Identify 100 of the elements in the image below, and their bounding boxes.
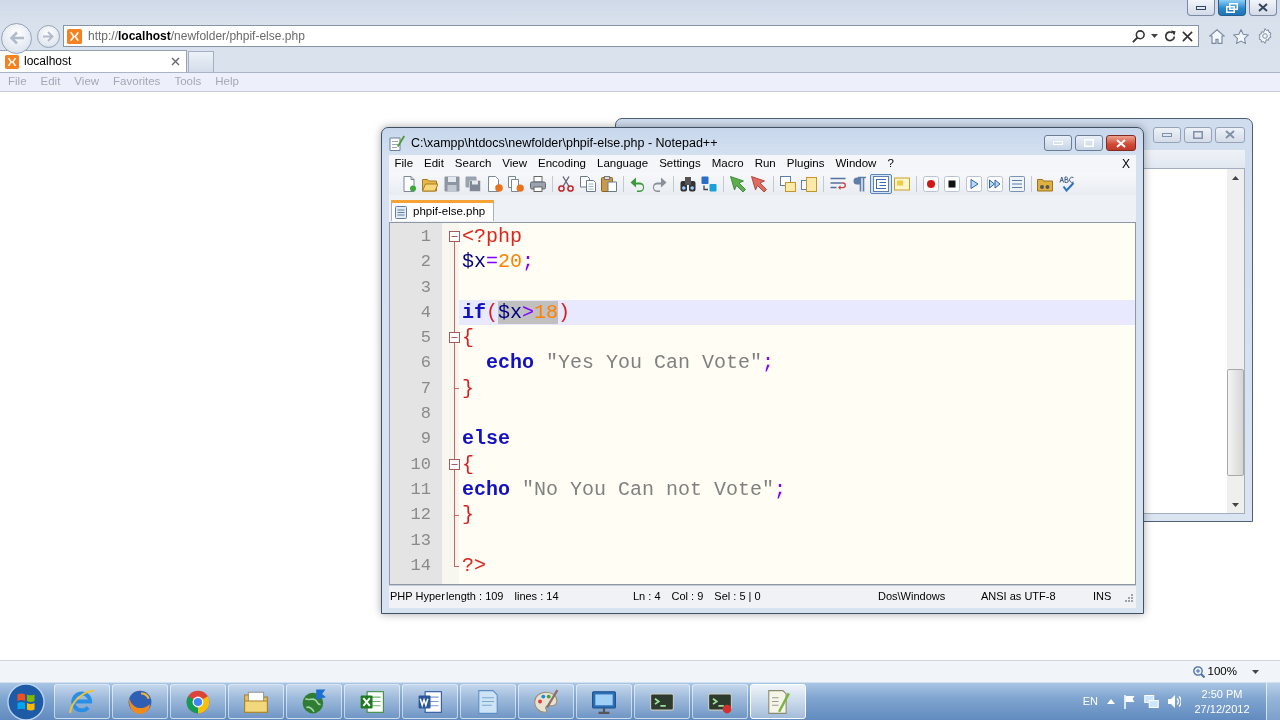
printer-button[interactable] [527,174,549,194]
show-desktop-button[interactable] [1266,683,1280,720]
string-literal: "No You Can not Vote" [521,477,775,501]
undo-icon [629,176,646,192]
taskbar-button[interactable] [692,684,748,719]
taskbar-button[interactable] [286,684,342,719]
close-button[interactable] [1106,135,1136,151]
menu-item[interactable]: Run [749,157,782,171]
printer-icon [529,176,546,192]
operator: ; [522,250,535,274]
taskbar-button[interactable] [576,684,632,719]
speaker-icon[interactable] [1168,695,1181,708]
variable: $x [498,300,523,324]
status-text: Dos\Windows [878,590,946,604]
maximize-button[interactable] [1075,135,1103,151]
bracket: { [462,326,474,350]
vertical-sync-button[interactable] [777,174,799,194]
menu-item[interactable]: Plugins [781,157,830,171]
line-number: 5 [419,327,432,350]
status-text: length : 109 [446,590,504,604]
caret-icon[interactable] [1252,669,1259,674]
copy-button[interactable] [577,174,599,194]
flag-icon[interactable] [1124,694,1135,709]
keyword: if [462,300,486,324]
status-text: Ln : 4 [633,590,661,604]
fold-toggle-icon[interactable] [449,231,460,242]
play-button[interactable] [963,174,985,194]
fold-toggle-icon[interactable] [449,458,460,470]
macro-list-icon [1008,176,1025,192]
operator: ; [762,351,775,375]
address-field[interactable]: http://localhost/newfolder/phpif-else.php [63,25,1199,47]
close-document-button[interactable]: X [1116,156,1136,172]
letter-e-icon [69,688,95,715]
php-tag: <?php [462,225,522,248]
segmented-circle-icon [185,688,211,715]
menu-item[interactable]: Encoding [532,157,592,171]
close-button[interactable] [1249,0,1277,16]
menu-item[interactable]: View [496,157,533,171]
zoom-icon[interactable] [1192,665,1205,678]
taskbar-button[interactable] [634,684,690,719]
notepad-icon [475,688,501,715]
close-icon[interactable] [1182,30,1193,42]
home-icon[interactable] [1209,28,1225,44]
notebook-pen-icon [765,688,791,715]
indent-guide-button[interactable] [870,174,892,194]
pages-close-button[interactable] [505,174,527,194]
restore-button[interactable] [1218,0,1246,16]
zoom-out-button[interactable] [748,174,770,194]
menu-item[interactable]: Edit [418,157,450,171]
horizontal-sync-button[interactable] [798,174,820,194]
record-icon [922,176,939,192]
menu-item[interactable]: Window [830,157,882,171]
refresh-icon[interactable] [1164,30,1176,42]
stop-button[interactable] [941,174,963,194]
status-text: Sel : 5 | 0 [714,590,761,604]
menu-item[interactable]: File [389,157,419,171]
network-icon[interactable] [1144,695,1159,708]
scroll-thumb[interactable] [1227,369,1244,476]
fast-forward-button[interactable] [984,174,1006,194]
taskbar-button[interactable] [112,684,168,719]
operator: = [486,250,499,274]
file-tab[interactable]: phpif-else.php [391,200,495,221]
scrollbar[interactable] [1227,169,1244,513]
fold-toggle-icon[interactable] [449,332,460,344]
close-icon[interactable] [171,57,180,66]
fast-forward-icon [987,176,1004,192]
resize-grip-icon[interactable] [1124,592,1133,602]
search-icon[interactable] [1132,29,1145,43]
bracket: } [462,503,474,527]
tray-arrow-icon[interactable] [1107,699,1115,704]
spreadsheet-icon [359,688,385,715]
copy-icon [579,176,596,192]
menu-item[interactable]: Language [591,157,654,171]
menu-item[interactable]: Macro [706,157,750,171]
taskbar-button[interactable] [344,684,400,719]
scissors-button[interactable] [555,174,577,194]
minimize-button[interactable] [1044,135,1072,151]
palette-icon [533,688,559,715]
minimize-icon [1196,5,1206,10]
clipboard-button[interactable] [598,174,620,194]
record-button[interactable] [920,174,942,194]
minimize-button[interactable] [1187,0,1215,16]
star-icon[interactable] [1233,28,1249,44]
menu-item[interactable]: Search [449,157,497,171]
caret-icon[interactable] [1151,34,1158,38]
menu-item[interactable]: Settings [653,157,707,171]
macro-list-button[interactable] [1006,174,1028,194]
operator: > [522,300,535,324]
taskbar-button[interactable] [402,684,458,719]
browser-tab[interactable]: localhost [0,50,187,72]
zoom-in-button[interactable] [727,174,749,194]
zoom-level[interactable]: 100% [1207,664,1237,679]
settings-icon[interactable] [1257,28,1273,44]
code-editor[interactable]: 1 <?php 2 $x=20; 3 4 if($x>18) 5 { 6 echo "Yes You Can Vote"; 7 } 8 9 else 10 { 11 echo "No You Can not Vote"; 12 } 13 14 ?> [389,222,1136,585]
maximize-button[interactable] [1184,126,1212,143]
menu-item[interactable]: ? [881,157,900,171]
line-number: 13 [409,529,432,552]
status-text: INS [1093,590,1112,604]
site-icon [67,28,82,44]
panel-button[interactable] [891,174,913,194]
